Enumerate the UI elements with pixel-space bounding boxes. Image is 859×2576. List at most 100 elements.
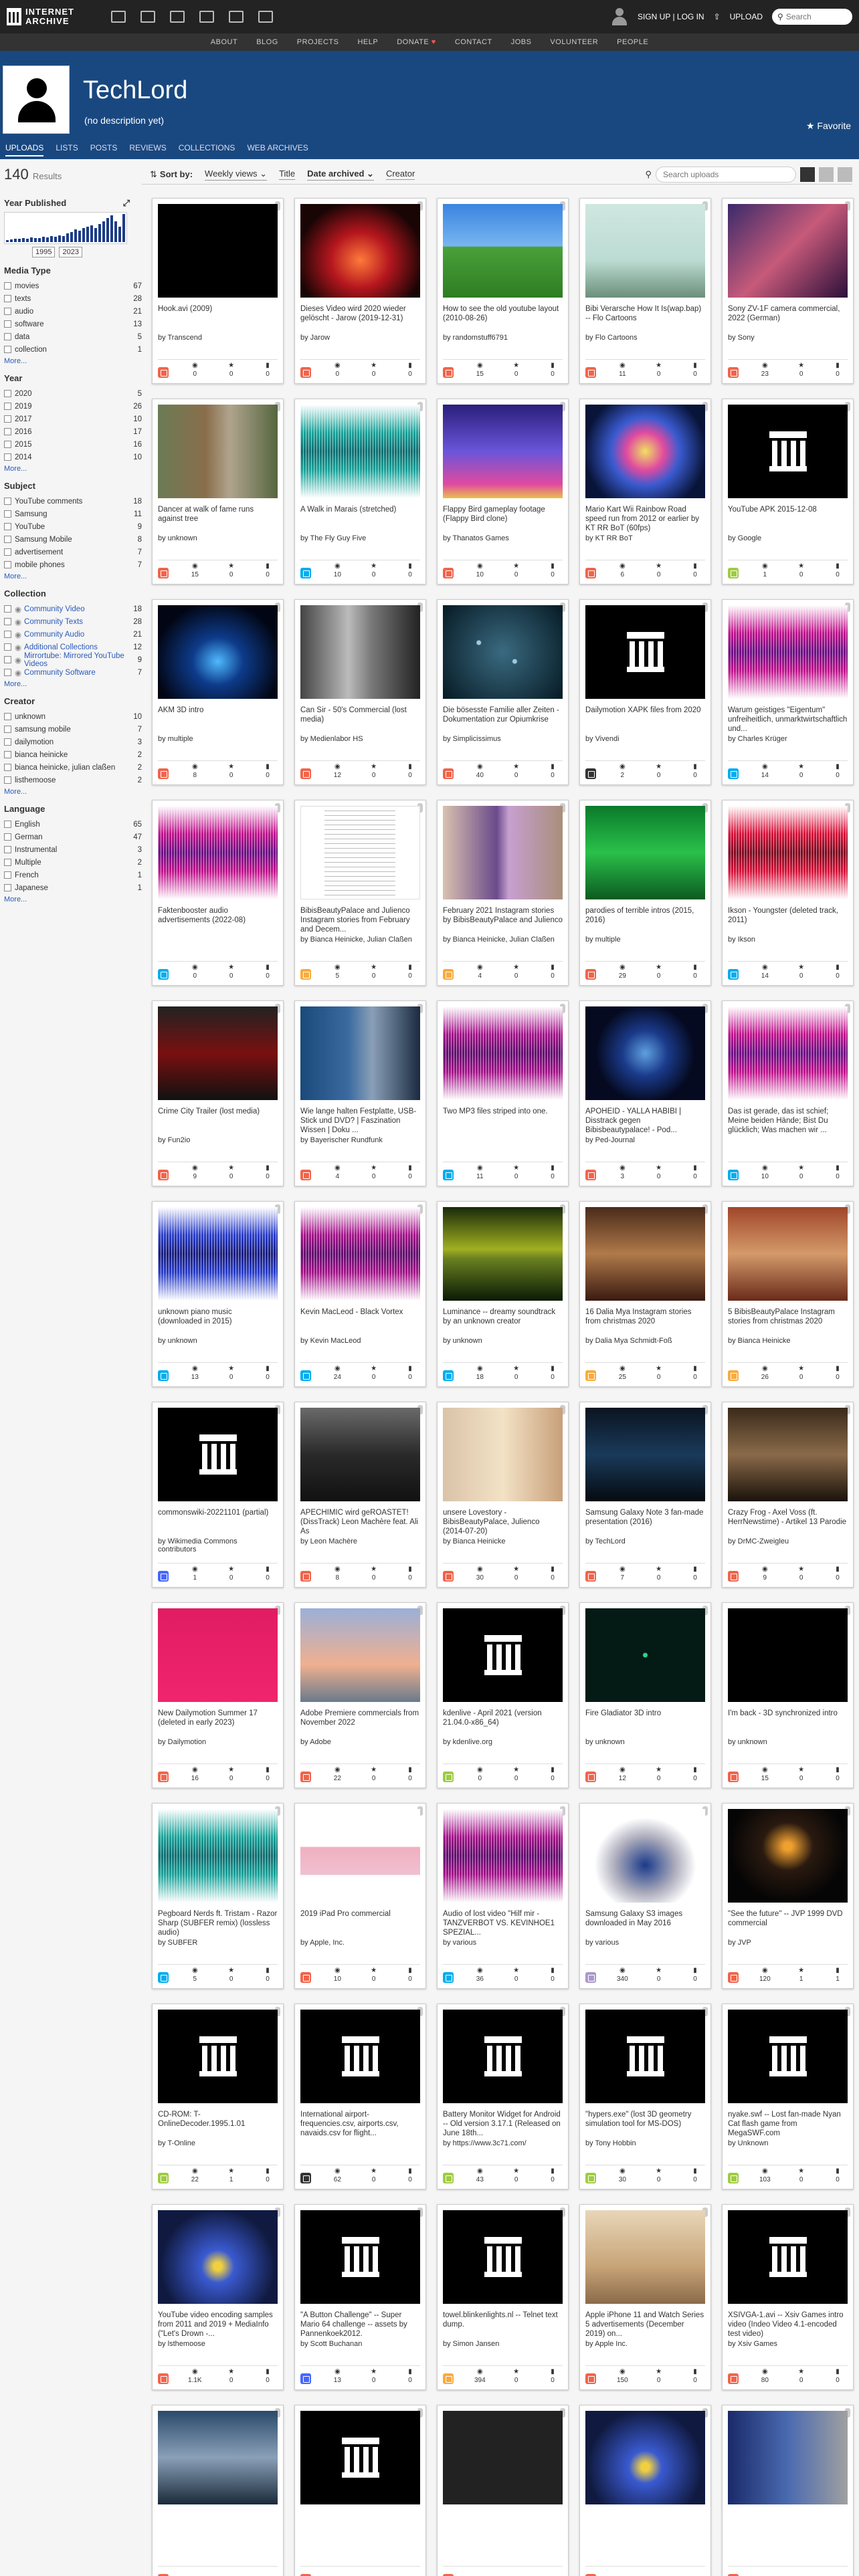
item-title[interactable]: Adobe Premiere commercials from November… [300,1709,420,1737]
result-tile[interactable]: 16 Dalia Mya Instagram stories from chri… [579,1201,711,1387]
item-title[interactable]: 5 BibisBeautyPalace Instagram stories fr… [728,1307,848,1335]
result-tile[interactable]: February 2021 Instagram stories by Bibis… [437,800,569,986]
thumbnail[interactable] [728,2010,848,2103]
thumbnail[interactable] [585,605,705,699]
facet-checkbox[interactable] [4,884,11,891]
thumbnail[interactable] [158,2411,278,2504]
thumbnail[interactable] [158,2210,278,2304]
thumbnail[interactable] [585,1608,705,1702]
facet-option[interactable]: English 65 [4,818,142,831]
facet-checkbox[interactable] [4,643,11,651]
facet-option[interactable]: audio 21 [4,305,142,318]
item-title[interactable]: kdenlive - April 2021 (version 21.04.0-x… [443,1709,563,1737]
sort-date-archived[interactable]: Date archived ⌄ [307,169,374,181]
result-tile[interactable]: ◉★▮ [437,2405,569,2576]
thumbnail[interactable] [728,605,848,699]
nav-help[interactable]: HELP [357,38,378,46]
facet-checkbox[interactable] [4,295,11,302]
search-uploads-input[interactable] [656,166,796,183]
thumbnail[interactable] [443,605,563,699]
year-to-input[interactable]: 2023 [59,247,82,257]
facet-option[interactable]: Japanese 1 [4,881,142,894]
web-icon[interactable] [111,11,126,23]
result-tile[interactable]: towel.blinkenlights.nl -- Telnet text du… [437,2204,569,2390]
item-title[interactable]: "hypers.exe" (lost 3D geometry simulatio… [585,2110,705,2138]
facet-checkbox[interactable] [4,333,11,340]
result-tile[interactable]: How to see the old youtube layout (2010-… [437,198,569,384]
facet-checkbox[interactable] [4,726,11,733]
thumbnail[interactable] [585,405,705,498]
item-title[interactable]: YouTube APK 2015-12-08 [728,505,848,533]
result-tile[interactable]: ◉★▮ [294,2405,426,2576]
facet-option[interactable]: French 1 [4,869,142,881]
thumbnail[interactable] [158,1207,278,1301]
thumbnail[interactable] [158,204,278,298]
thumbnail[interactable] [728,806,848,899]
item-title[interactable]: 2019 iPad Pro commercial [300,1909,420,1937]
favorite-button[interactable]: ★ Favorite [806,120,851,132]
result-tile[interactable]: I'm back - 3D synchronized intro by unkno… [722,1602,854,1788]
thumbnail[interactable] [443,2210,563,2304]
item-title[interactable]: Battery Monitor Widget for Android -- Ol… [443,2110,563,2138]
item-title[interactable]: YouTube video encoding samples from 2011… [158,2311,278,2339]
facet-option[interactable]: collection 1 [4,343,142,356]
facet-checkbox[interactable] [4,859,11,866]
thumbnail[interactable] [585,1408,705,1501]
item-title[interactable]: AKM 3D intro [158,706,278,734]
item-title[interactable]: A Walk in Marais (stretched) [300,505,420,533]
thumbnail[interactable] [728,1408,848,1501]
thumbnail[interactable] [728,405,848,498]
item-title[interactable]: Sony ZV-1F camera commercial, 2022 (Germ… [728,304,848,332]
thumbnail[interactable] [300,2010,420,2103]
item-title[interactable]: Crazy Frog - Axel Voss (ft. HerrNewstime… [728,1508,848,1536]
facet-option[interactable]: Samsung 11 [4,508,142,520]
thumbnail[interactable] [585,1006,705,1100]
thumbnail[interactable] [300,605,420,699]
result-tile[interactable]: Bibi Verarsche How It Is(wap.bap) -- Flo… [579,198,711,384]
facet-option[interactable]: unknown 10 [4,710,142,723]
facet-option[interactable]: German 47 [4,831,142,843]
item-title[interactable]: "A Button Challenge" -- Super Mario 64 c… [300,2311,420,2339]
result-tile[interactable]: Dancer at walk of fame runs against tree… [152,399,284,584]
thumbnail[interactable] [158,806,278,899]
item-title[interactable]: 16 Dalia Mya Instagram stories from chri… [585,1307,705,1335]
item-title[interactable]: CD-ROM: T-OnlineDecoder.1995.1.01 [158,2110,278,2138]
facet-option[interactable]: Instrumental 3 [4,843,142,856]
result-tile[interactable]: International airport-frequencies.csv, a… [294,2004,426,2189]
facet-option[interactable]: ◉ Community Video 18 [4,603,142,615]
item-title[interactable]: Dancer at walk of fame runs against tree [158,505,278,533]
user-icon[interactable] [611,7,628,27]
item-title[interactable]: Can Sir - 50's Commercial (lost media) [300,706,420,734]
facet-checkbox[interactable] [4,282,11,290]
facet-checkbox[interactable] [4,846,11,853]
item-title[interactable]: Apple iPhone 11 and Watch Series 5 adver… [585,2311,705,2339]
result-tile[interactable]: Kevin MacLeod - Black Vortex by Kevin Mac… [294,1201,426,1387]
result-tile[interactable]: XSIVGA-1.avi -- Xsiv Games intro video (… [722,2204,854,2390]
facet-more-link[interactable]: More... [4,895,142,903]
result-tile[interactable]: "A Button Challenge" -- Super Mario 64 c… [294,2204,426,2390]
facet-option[interactable]: YouTube 9 [4,520,142,533]
tab-lists[interactable]: LISTS [56,140,78,156]
item-title[interactable]: Die bösesste Familie aller Zeiten - Doku… [443,706,563,734]
thumbnail[interactable] [728,2210,848,2304]
result-tile[interactable]: Battery Monitor Widget for Android -- Ol… [437,2004,569,2189]
item-title[interactable]: unknown piano music (downloaded in 2015) [158,1307,278,1335]
thumbnail[interactable] [443,1809,563,1903]
item-title[interactable] [158,2511,278,2539]
thumbnail[interactable] [300,2210,420,2304]
video-icon[interactable] [170,11,185,23]
result-tile[interactable]: APECHIMIC wird geROASTET! (DissTrack) Le… [294,1402,426,1588]
thumbnail[interactable] [728,1006,848,1100]
item-title[interactable]: Two MP3 files striped into one. [443,1107,563,1135]
facet-checkbox[interactable] [4,821,11,828]
thumbnail[interactable] [728,1608,848,1702]
result-tile[interactable]: Samsung Galaxy S3 images downloaded in M… [579,1803,711,1989]
facet-checkbox[interactable] [4,631,11,638]
facet-checkbox[interactable] [4,308,11,315]
facet-more-link[interactable]: More... [4,788,142,796]
thumbnail[interactable] [300,1809,420,1903]
result-tile[interactable]: Ikson - Youngster (deleted track, 2011) b… [722,800,854,986]
thumbnail[interactable] [585,1207,705,1301]
thumbnail[interactable] [728,1207,848,1301]
nav-about[interactable]: ABOUT [211,38,237,46]
